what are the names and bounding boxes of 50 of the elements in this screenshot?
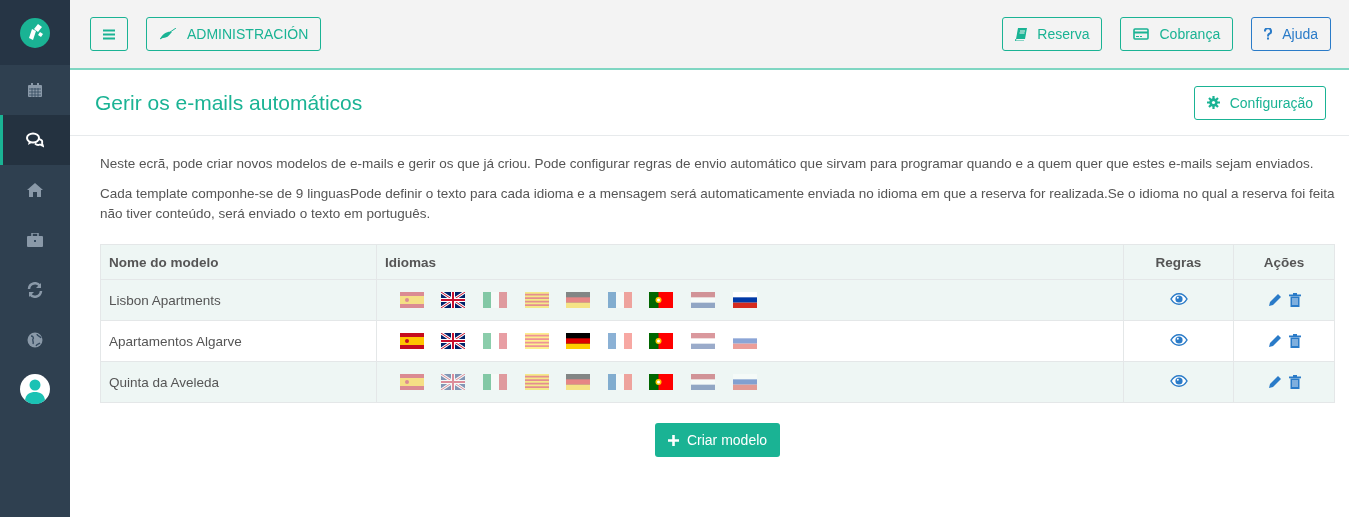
question-icon <box>1264 28 1273 40</box>
pencil-icon[interactable] <box>1267 334 1282 348</box>
menu-button[interactable] <box>90 17 128 51</box>
flag-icon[interactable] <box>441 333 466 349</box>
help-button[interactable]: Ajuda <box>1251 17 1331 51</box>
home-icon <box>27 183 43 197</box>
book-icon <box>1015 27 1028 41</box>
description-text: Neste ecrã, pode criar novos modelos de e-mails e gerir os que já criou. Pode configurar regras de envio automático que sirvam para programar quando e a quem quer que estes e-mails sejam enviados. <box>100 155 1315 173</box>
refresh-icon <box>27 282 43 298</box>
pencil-icon[interactable] <box>1267 293 1282 307</box>
page-title: Gerir os e-mails automáticos <box>95 90 363 115</box>
pencil-icon[interactable] <box>1267 375 1282 389</box>
avatar-icon[interactable] <box>20 374 50 404</box>
eye-icon[interactable] <box>1169 292 1188 305</box>
billing-button[interactable]: Cobrança <box>1120 17 1234 51</box>
logo-icon[interactable] <box>20 17 50 48</box>
flag-icon[interactable] <box>649 333 674 349</box>
leaf-icon <box>159 28 177 40</box>
flag-icon[interactable] <box>399 333 424 349</box>
flag-icon[interactable] <box>732 292 757 308</box>
plus-icon <box>667 434 679 446</box>
eye-icon[interactable] <box>1169 333 1188 346</box>
calendar-icon <box>27 82 43 98</box>
description-text: Cada template componhe-se de 9 linguasPode definir o texto para cada idioma e a mensagem será automaticamente enviada no idioma em que a reserva for realizada.Se o idioma no qual a reserva foi feita não tiver conteúdo, será enviado o texto em português. <box>100 185 1335 223</box>
create-template-button[interactable]: Criar modelo <box>654 423 781 457</box>
gear-icon <box>1206 96 1220 109</box>
eye-icon[interactable] <box>1169 374 1188 387</box>
administration-button[interactable]: ADMINISTRACIÓN <box>146 17 322 51</box>
table-cell: Lisbon Apartments <box>100 279 377 321</box>
credit-card-icon <box>1133 28 1150 40</box>
trash-icon[interactable] <box>1288 334 1301 348</box>
column-header: Ações <box>1233 244 1335 280</box>
flag-icon[interactable] <box>649 292 674 308</box>
column-header: Idiomas <box>376 244 1124 280</box>
chat-icon <box>26 132 44 148</box>
menu-icon <box>103 28 115 40</box>
flag-icon[interactable] <box>566 333 591 349</box>
table-cell: Quinta da Aveleda <box>100 361 377 403</box>
trash-icon[interactable] <box>1288 293 1301 307</box>
configuration-button[interactable]: Configuração <box>1193 85 1326 120</box>
sidebar-item[interactable] <box>0 115 70 165</box>
column-header: Nome do modelo <box>100 244 377 280</box>
table-cell: Apartamentos Algarve <box>100 320 377 362</box>
globe-icon <box>27 332 43 348</box>
flag-icon[interactable] <box>649 374 674 390</box>
trash-icon[interactable] <box>1288 375 1301 389</box>
flag-icon[interactable] <box>441 292 466 308</box>
column-header: Regras <box>1123 244 1234 280</box>
briefcase-icon <box>27 233 43 247</box>
reserva-button[interactable]: Reserva <box>1002 17 1103 51</box>
